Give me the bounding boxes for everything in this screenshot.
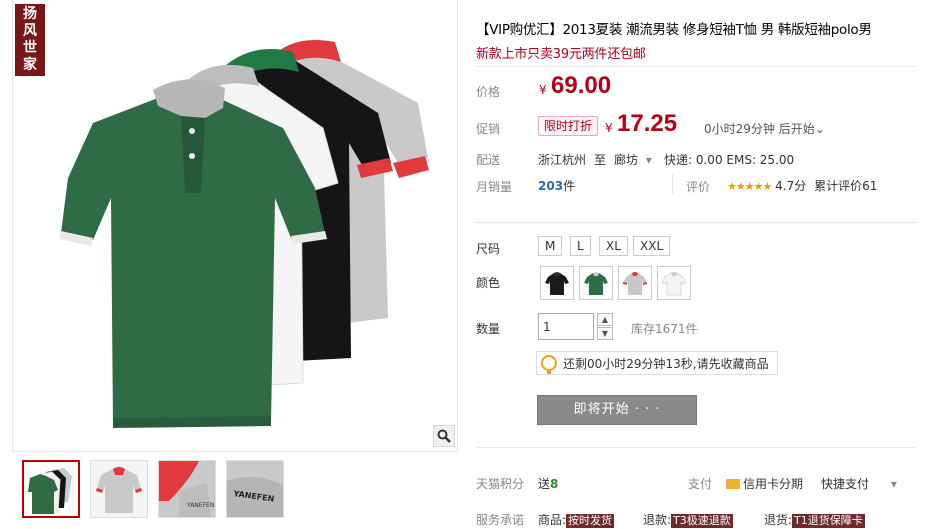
price-value: 69.00 — [551, 72, 612, 99]
swatch-image — [623, 272, 647, 295]
service-refund: 退款: T3极速退款 — [643, 511, 733, 528]
credit-card-icon — [726, 479, 740, 489]
rating: ★★★★★ 4.7分 累计评价61 — [727, 177, 877, 194]
rating-stars: ★★★★★ — [727, 180, 772, 193]
promo-price: 17.25 — [617, 110, 678, 137]
thumbnail-3[interactable]: YANEFEN — [158, 460, 216, 518]
points-send-word: 送 — [538, 477, 551, 491]
size-option-l[interactable]: L — [570, 236, 591, 256]
delivery-to-word: 至 — [594, 153, 607, 167]
chevron-down-icon: ▾ — [890, 477, 897, 491]
points-value-wrap: 送8 — [538, 475, 558, 492]
thumb-image — [91, 461, 147, 517]
promo-countdown[interactable]: 0小时29分钟 后开始⌄ — [704, 120, 825, 137]
chevron-down-icon: ▾ — [645, 153, 652, 167]
service-goods: 商品: 按时发货 — [538, 511, 615, 528]
divider — [672, 174, 673, 194]
size-option-m[interactable]: M — [538, 236, 563, 256]
thumbnail-strip: YANEFEN YANEFEN — [22, 460, 284, 518]
lightbulb-icon — [541, 355, 557, 374]
color-option-white[interactable] — [657, 266, 691, 300]
points-value: 8 — [550, 477, 559, 491]
delivery-label: 配送 — [476, 153, 501, 167]
thumb-image: YANEFEN — [227, 461, 283, 517]
store-logo-char: 世 — [23, 40, 37, 56]
promo-countdown-text: 0小时29分钟 后开始 — [704, 122, 815, 136]
size-option-xxl[interactable]: XXL — [633, 236, 671, 256]
service-label: 服务承诺 — [476, 513, 525, 527]
store-logo-char: 风 — [23, 23, 37, 39]
price-label: 价格 — [476, 85, 501, 99]
product-subtitle: 新款上市只卖39元两件还包邮 — [476, 47, 646, 62]
product-info: 【VIP购优汇】2013夏装 潮流男装 修身短袖T恤 男 韩版短袖polo男 新… — [476, 0, 924, 529]
main-product-image[interactable] — [53, 28, 453, 428]
credit-installment-text: 信用卡分期 — [743, 477, 804, 491]
service-return: 退货: T1退货保障卡 — [764, 511, 865, 528]
color-option-black[interactable] — [540, 266, 574, 300]
zoom-button[interactable] — [433, 425, 455, 447]
sales-count-wrap: 203件 — [538, 177, 575, 194]
delivery-fee: 快递: 0.00 EMS: 25.00 — [664, 153, 795, 167]
favorite-tip: 还剩00小时29分钟13秒,请先收藏商品 — [536, 351, 778, 375]
quantity-label: 数量 — [476, 322, 501, 336]
quantity-increase-button[interactable]: ▲ — [597, 313, 613, 326]
product-title: 【VIP购优汇】2013夏装 潮流男装 修身短袖T恤 男 韩版短袖polo男 — [476, 22, 872, 38]
color-label: 颜色 — [476, 276, 501, 290]
size-option-xl[interactable]: XL — [599, 236, 628, 256]
promo-label: 促销 — [476, 122, 501, 136]
delivery-destination-select[interactable]: 廊坊 ▾ — [614, 151, 652, 168]
thumb-image — [24, 462, 78, 516]
thumbnail-2[interactable] — [90, 460, 148, 518]
quantity-input[interactable] — [538, 313, 594, 340]
thumbnail-1[interactable] — [22, 460, 80, 518]
quick-pay-dropdown[interactable]: 快捷支付 ▾ — [821, 475, 897, 492]
sales-label: 月销量 — [476, 180, 513, 194]
size-label: 尺码 — [476, 242, 501, 256]
service-goods-badge: 按时发货 — [566, 514, 615, 528]
divider — [476, 447, 916, 448]
sales-unit: 件 — [563, 179, 576, 193]
divider — [476, 222, 916, 223]
delivery-from: 浙江杭州 — [538, 153, 587, 167]
rating-score: 4.7分 — [775, 179, 807, 193]
thumb-logo-text: YANEFEN — [186, 502, 214, 509]
coming-soon-button[interactable]: 即将开始 · · · — [537, 395, 697, 425]
store-logo-char: 家 — [23, 57, 37, 73]
service-refund-label: 退款: — [643, 513, 672, 527]
sales-count: 203 — [538, 179, 564, 193]
payment-label: 支付 — [688, 477, 713, 491]
points-label: 天猫积分 — [476, 477, 525, 491]
service-return-label: 退货: — [764, 513, 793, 527]
quick-pay-text: 快捷支付 — [821, 477, 870, 491]
service-refund-badge: T3极速退款 — [671, 514, 733, 528]
promo-tag: 限时打折 — [538, 116, 599, 136]
price-currency: ¥ — [539, 83, 547, 97]
divider — [476, 66, 916, 67]
color-option-grey-red[interactable] — [618, 266, 652, 300]
cumulative-reviews-link[interactable]: 累计评价61 — [814, 179, 877, 193]
magnifier-icon — [437, 429, 451, 443]
favorite-tip-text: 还剩00小时29分钟13秒,请先收藏商品 — [563, 356, 769, 371]
swatch-image — [584, 272, 608, 295]
store-logo: 扬 风 世 家 — [15, 4, 45, 76]
quantity-decrease-button[interactable]: ▼ — [597, 327, 613, 340]
service-goods-label: 商品: — [538, 513, 567, 527]
thumbnail-4[interactable]: YANEFEN — [226, 460, 284, 518]
review-label: 评价 — [686, 180, 711, 194]
service-return-badge: T1退货保障卡 — [792, 514, 865, 528]
store-logo-char: 扬 — [23, 6, 37, 22]
credit-installment: 信用卡分期 — [726, 475, 803, 492]
promo-currency: ¥ — [605, 121, 613, 135]
swatch-image — [545, 272, 569, 295]
swatch-image — [661, 272, 687, 296]
chevron-down-icon: ⌄ — [814, 122, 825, 136]
delivery-destination: 廊坊 — [614, 153, 639, 167]
color-option-green[interactable] — [579, 266, 613, 300]
product-gallery: 扬 风 世 家 — [12, 0, 458, 452]
stock-count: 库存1671件 — [631, 322, 698, 336]
thumb-image: YANEFEN — [159, 461, 215, 517]
